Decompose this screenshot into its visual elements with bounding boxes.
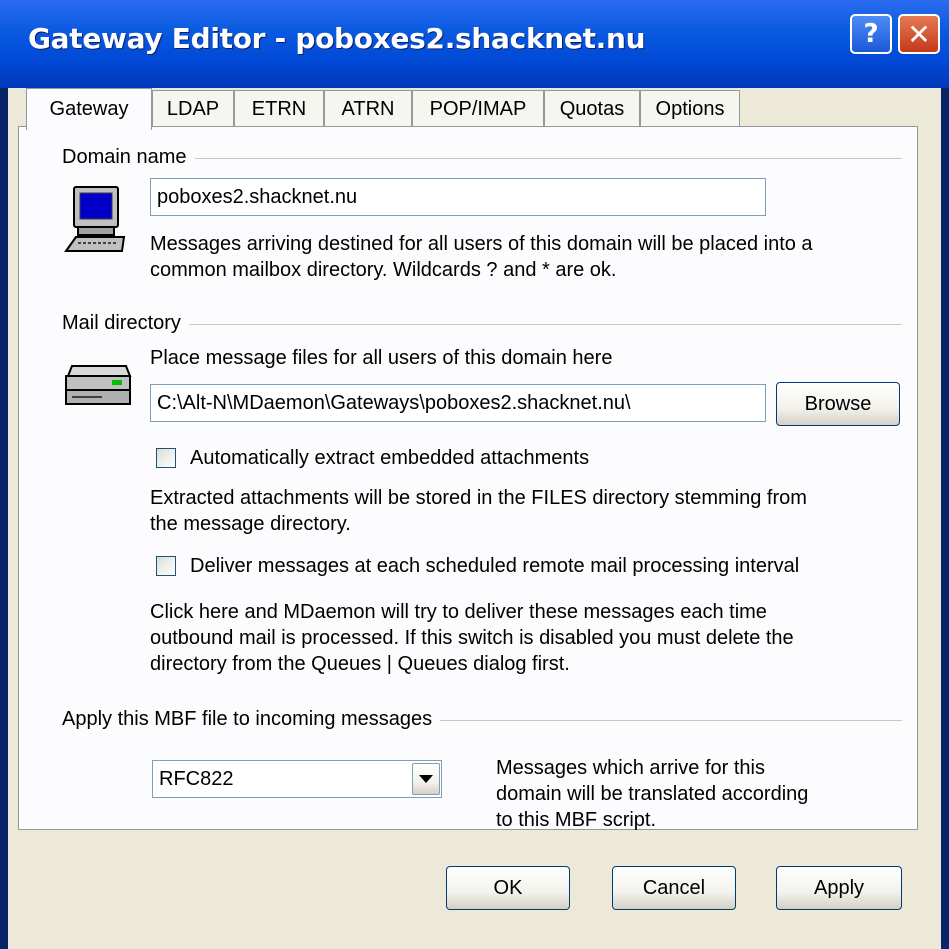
deliver-scheduled-label[interactable]: Deliver messages at each scheduled remot… <box>190 554 799 578</box>
mbf-select[interactable]: RFC822 <box>152 760 442 798</box>
extract-note-line2: the message directory. <box>150 513 351 535</box>
dialog-window: Gateway Editor - poboxes2.shacknet.nu ? … <box>0 0 949 949</box>
mbf-note-line2: domain will be translated according <box>496 783 809 805</box>
tab-quotas[interactable]: Quotas <box>544 90 640 128</box>
mbf-dropdown-button[interactable] <box>412 763 440 795</box>
apply-button[interactable]: Apply <box>776 866 902 910</box>
section-label-mbf: Apply this MBF file to incoming messages <box>62 708 441 731</box>
mail-directory-caption: Place message files for all users of thi… <box>150 347 613 369</box>
mbf-selected-value: RFC822 <box>159 768 234 790</box>
computer-icon <box>64 186 126 252</box>
extract-attachments-checkbox[interactable] <box>156 448 176 468</box>
section-label-mail-directory: Mail directory <box>62 312 189 335</box>
deliver-scheduled-checkbox[interactable] <box>156 556 176 576</box>
mbf-note-line3: to this MBF script. <box>496 809 657 831</box>
extract-note-line1: Extracted attachments will be stored in … <box>150 487 807 509</box>
tab-options[interactable]: Options <box>640 90 740 128</box>
help-icon: ? <box>863 19 879 49</box>
extract-attachments-label[interactable]: Automatically extract embedded attachmen… <box>190 446 589 470</box>
chevron-down-icon <box>419 775 433 783</box>
deliver-note-line1: Click here and MDaemon will try to deliv… <box>150 601 767 623</box>
deliver-note-line2: outbound mail is processed. If this swit… <box>150 627 794 649</box>
mail-directory-input[interactable]: C:\Alt-N\MDaemon\Gateways\poboxes2.shack… <box>150 384 766 422</box>
tab-gateway[interactable]: Gateway <box>26 88 152 130</box>
tab-ldap[interactable]: LDAP <box>152 90 234 128</box>
close-button[interactable]: ✕ <box>898 14 940 54</box>
ok-button[interactable]: OK <box>446 866 570 910</box>
tab-etrn[interactable]: ETRN <box>234 90 324 128</box>
deliver-note-line3: directory from the Queues | Queues dialo… <box>150 653 570 675</box>
tab-atrn[interactable]: ATRN <box>324 90 412 128</box>
domain-help-line2: common mailbox directory. Wildcards ? an… <box>150 259 617 281</box>
domain-name-input[interactable]: poboxes2.shacknet.nu <box>150 178 766 216</box>
server-icon <box>65 365 132 405</box>
tab-pop-imap[interactable]: POP/IMAP <box>412 90 544 128</box>
title-bar[interactable]: Gateway Editor - poboxes2.shacknet.nu ? … <box>0 0 949 88</box>
mbf-note-line1: Messages which arrive for this <box>496 757 765 779</box>
section-label-domain: Domain name <box>62 146 195 169</box>
domain-help-line1: Messages arriving destined for all users… <box>150 233 813 255</box>
window-title: Gateway Editor - poboxes2.shacknet.nu <box>28 22 646 55</box>
help-button[interactable]: ? <box>850 14 892 54</box>
cancel-button[interactable]: Cancel <box>612 866 736 910</box>
browse-button[interactable]: Browse <box>776 382 900 426</box>
close-icon: ✕ <box>907 17 931 51</box>
